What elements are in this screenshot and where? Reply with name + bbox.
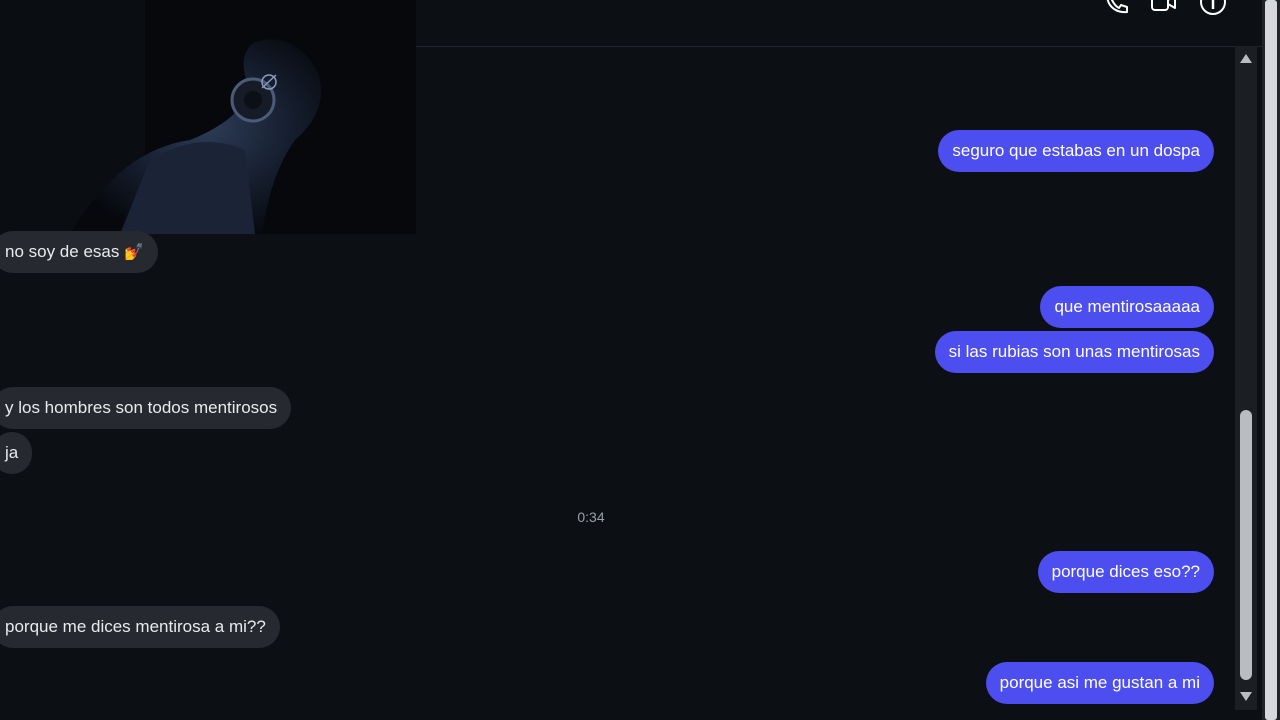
message-text: porque me dices mentirosa a mi?? <box>5 617 266 636</box>
nail-polish-emoji: 💅 <box>124 244 145 261</box>
photo-image <box>0 0 416 234</box>
message-incoming[interactable]: no soy de esas 💅 <box>0 231 159 273</box>
page-scrollbar-thumb[interactable] <box>1265 0 1277 720</box>
message-outgoing[interactable]: porque dices eso?? <box>1037 551 1214 593</box>
message-text: y los hombres son todos mentirosos <box>5 398 278 417</box>
message-incoming[interactable]: porque me dices mentirosa a mi?? <box>0 606 280 648</box>
shared-photo[interactable] <box>0 0 416 234</box>
message-incoming[interactable]: y los hombres son todos mentirosos <box>0 387 292 429</box>
message-text: porque asi me gustan a mi <box>999 673 1200 692</box>
scroll-down-arrow-icon[interactable] <box>1240 692 1252 701</box>
message-text: seguro que estabas en un dospa <box>952 141 1200 160</box>
message-text: porque dices eso?? <box>1051 562 1200 581</box>
video-icon[interactable] <box>1149 0 1177 16</box>
info-icon[interactable] <box>1199 0 1227 16</box>
message-outgoing[interactable]: que mentirosaaaaa <box>1040 286 1214 328</box>
message-timestamp: 0:34 <box>577 509 605 525</box>
scrollbar-thumb[interactable] <box>1240 410 1252 680</box>
message-outgoing[interactable]: porque asi me gustan a mi <box>985 662 1214 704</box>
message-text: no soy de esas <box>5 242 120 261</box>
chat-scrollbar[interactable] <box>1235 46 1257 710</box>
chat-header <box>416 0 1262 47</box>
message-outgoing[interactable]: seguro que estabas en un dospa <box>938 130 1214 172</box>
phone-icon[interactable] <box>1102 0 1130 16</box>
message-text: si las rubias son unas mentirosas <box>948 342 1200 361</box>
page-scrollbar[interactable] <box>1262 0 1280 720</box>
message-text: ja <box>5 443 19 462</box>
message-outgoing[interactable]: si las rubias son unas mentirosas <box>934 331 1214 373</box>
message-text: que mentirosaaaaa <box>1054 297 1200 316</box>
scroll-up-arrow-icon[interactable] <box>1240 54 1252 63</box>
message-incoming[interactable]: ja <box>0 432 33 474</box>
